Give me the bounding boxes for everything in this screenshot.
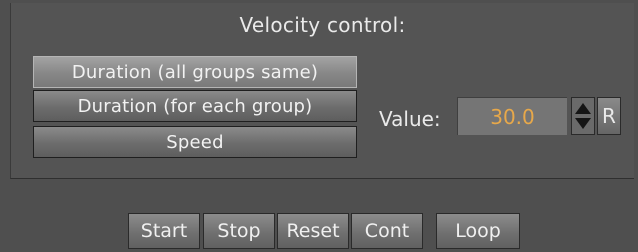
value-label: Value: [379,107,441,131]
velocity-control-panel: Velocity control: Duration (all groups s… [10,3,634,179]
velocity-control-title: Velocity control: [239,13,406,37]
value-spinner[interactable] [571,97,595,135]
duration-each-group-button[interactable]: Duration (for each group) [33,90,357,122]
start-button[interactable]: Start [128,213,200,249]
value-reset-button[interactable]: R [597,97,621,135]
continue-button[interactable]: Cont [351,213,423,249]
duration-all-groups-same-button[interactable]: Duration (all groups same) [33,56,357,88]
reset-button[interactable]: Reset [277,213,349,249]
spin-down-icon[interactable] [575,118,591,129]
spin-up-icon[interactable] [575,103,591,114]
loop-button[interactable]: Loop [436,213,520,249]
stop-button[interactable]: Stop [203,213,275,249]
speed-button[interactable]: Speed [33,126,357,158]
value-input[interactable]: 30.0 [457,97,567,135]
